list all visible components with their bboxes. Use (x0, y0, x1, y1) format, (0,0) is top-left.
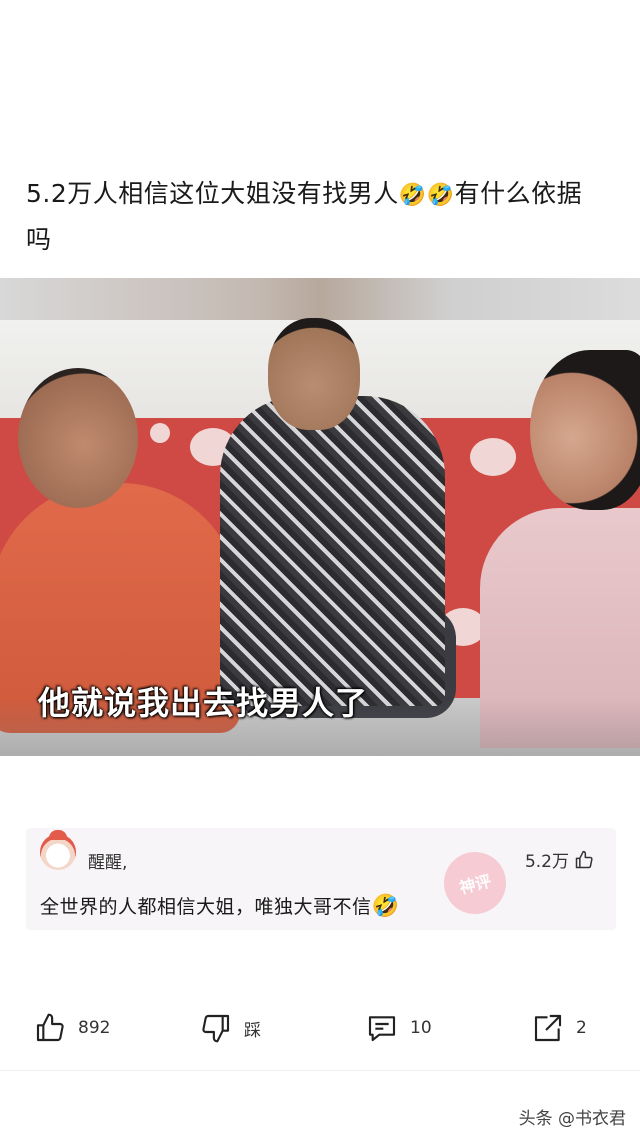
stamp-label: 神评 (457, 871, 494, 898)
laughing-emoji-icon: 🤣 (371, 894, 400, 919)
post-title-text: 5.2万人相信这位大姐没有找男人 (26, 179, 399, 208)
paw-print (150, 423, 170, 443)
share-count: 2 (576, 1018, 587, 1038)
like-button[interactable]: 892 (34, 1010, 110, 1046)
source-watermark: 头条 @书衣君 (518, 1109, 626, 1129)
share-button[interactable]: 2 (532, 1010, 587, 1046)
like-count: 892 (78, 1018, 111, 1038)
dislike-button[interactable]: 踩 (200, 1010, 261, 1046)
dislike-label: 踩 (244, 1020, 261, 1041)
thumb-up-icon (36, 1013, 64, 1042)
comment-body: 全世界的人都相信大姐，唯独大哥不信 (40, 896, 372, 918)
comment-like-button[interactable]: 5.2万 (525, 847, 594, 872)
post-title-line2: 吗 (26, 225, 52, 254)
comment-text: 全世界的人都相信大姐，唯独大哥不信🤣 (40, 892, 399, 919)
post-title: 5.2万人相信这位大姐没有找男人🤣🤣有什么依据 吗 (26, 172, 616, 262)
comment-button[interactable]: 10 (366, 1010, 432, 1046)
comment-icon (368, 1016, 396, 1042)
comment-like-count: 5.2万 (524, 852, 569, 872)
comment-username[interactable]: 醒醒, (88, 848, 127, 873)
video-subtitle: 他就说我出去找男人了 (38, 684, 369, 722)
video-frame[interactable]: 他就说我出去找男人了 (0, 278, 640, 756)
man-head (268, 318, 360, 430)
top-comment-card[interactable]: 醒醒, 神评 5.2万 全世界的人都相信大姐，唯独大哥不信🤣 (26, 828, 616, 930)
comment-count: 10 (410, 1018, 432, 1038)
man-figure (220, 396, 445, 706)
thumb-down-icon (202, 1014, 230, 1043)
share-icon (534, 1014, 562, 1042)
featured-comment-stamp: 神评 (437, 845, 513, 921)
avatar[interactable] (40, 830, 76, 870)
video-top-bar (0, 278, 640, 320)
divider (0, 1070, 640, 1071)
laughing-emoji-icon: 🤣🤣 (398, 183, 455, 208)
action-bar: 892 踩 10 2 (0, 1002, 640, 1054)
thumb-up-icon (575, 850, 593, 868)
woman-left-head (18, 368, 138, 508)
paw-print (470, 438, 516, 476)
post-title-tail: 有什么依据 (454, 179, 583, 208)
woman-right-head (530, 350, 640, 510)
